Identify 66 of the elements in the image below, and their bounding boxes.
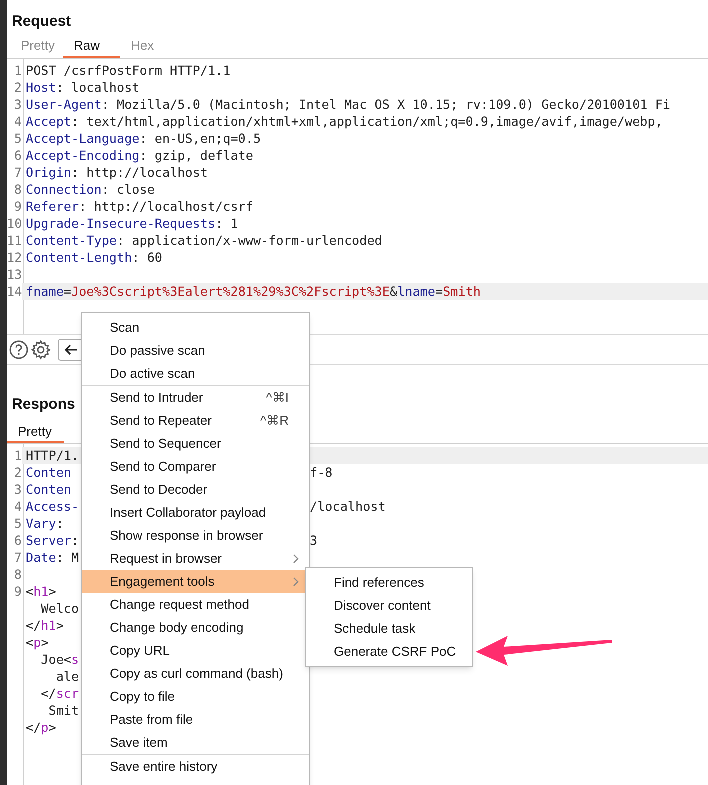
code-line: HTTP/1.: [26, 447, 80, 464]
menu-item[interactable]: Save entire history: [82, 755, 309, 778]
menu-item[interactable]: Copy as curl command (bash): [82, 662, 309, 685]
menu-item[interactable]: Copy URL: [82, 639, 309, 662]
menu-item[interactable]: Change body encoding: [82, 616, 309, 639]
menu-item[interactable]: Change request method: [82, 593, 309, 616]
code-line: Content-Type: application/x-www-form-urlencoded: [26, 232, 382, 249]
code-fragment: f-8: [310, 464, 333, 481]
code-line: Joe<s: [40, 651, 80, 668]
menu-item[interactable]: Find references: [306, 571, 472, 594]
code-fragment: 3: [310, 532, 318, 549]
back-arrow-icon: [64, 344, 78, 356]
code-line: Referer: http://localhost/csrf: [26, 198, 254, 215]
menu-item[interactable]: Do active scan: [82, 362, 309, 385]
menu-item[interactable]: Send to Repeater ^⌘R: [82, 409, 309, 432]
code-line: POST /csrfPostForm HTTP/1.1: [26, 62, 231, 79]
tab[interactable]: Pretty: [7, 423, 64, 443]
code-line: <p>: [26, 634, 49, 651]
panel-title: Request: [12, 13, 72, 30]
code-line: Origin: http://localhost: [26, 164, 208, 181]
code-line: Server:: [26, 532, 80, 549]
menu-item[interactable]: Generate CSRF PoC: [306, 640, 472, 663]
code-line: </scr: [40, 685, 80, 702]
menu-item[interactable]: Request in browser: [82, 547, 309, 570]
code-line: Content-Length: 60: [26, 249, 162, 266]
code-line: Welco: [40, 600, 80, 617]
code-line: Access-: [26, 498, 80, 515]
code-line: Accept: text/html,application/xhtml+xml,application/xml;q=0.9,image/avif,image/webp,: [26, 113, 663, 130]
code-line: Vary:: [26, 515, 65, 532]
menu-item[interactable]: Send to Comparer: [82, 455, 309, 478]
code-line: Date: M: [26, 549, 80, 566]
menu-item[interactable]: Discover content: [306, 594, 472, 617]
code-line: <h1>: [26, 583, 56, 600]
code-line: ale: [55, 668, 80, 685]
menu-item[interactable]: Send to Sequencer: [82, 432, 309, 455]
code-line: Smit: [48, 702, 80, 719]
code-line: </h1>: [26, 617, 64, 634]
line-number: 1: [7, 447, 22, 464]
help-icon[interactable]: [9, 340, 29, 360]
code-line: Host: localhost: [26, 79, 140, 96]
code-line: Connection: close: [26, 181, 155, 198]
menu-item[interactable]: Schedule task: [306, 617, 472, 640]
tab[interactable]: Hex: [120, 32, 173, 58]
menu-item[interactable]: Show response in browser: [82, 524, 309, 547]
menu-item[interactable]: Insert Collaborator payload: [82, 501, 309, 524]
menu-item[interactable]: Scan: [82, 316, 309, 339]
code-line: User-Agent: Mozilla/5.0 (Macintosh; Intel Mac OS X 10.15; rv:109.0) Gecko/20100101 Fi: [26, 96, 670, 113]
menu-item[interactable]: Paste from file: [82, 708, 309, 731]
code-line: </p>: [26, 719, 56, 736]
panel-title: Respons: [12, 396, 76, 413]
code-line: Conten: [26, 464, 72, 481]
line-number: 14: [7, 283, 22, 300]
code-line: Upgrade-Insecure-Requests: 1: [26, 215, 238, 232]
menu-item[interactable]: Do passive scan: [82, 339, 309, 362]
code-fragment: /localhost: [310, 498, 386, 515]
menu-item[interactable]: Save item: [82, 731, 309, 754]
menu-item[interactable]: Send to Intruder ^⌘I: [82, 386, 309, 409]
menu-item[interactable]: Copy to file: [82, 685, 309, 708]
menu-item[interactable]: Send to Decoder: [82, 478, 309, 501]
code-line: fname=Joe%3Cscript%3Ealert%281%29%3C%2Fscript%3E&lname=Smith: [26, 283, 481, 300]
tab[interactable]: Pretty: [10, 32, 63, 58]
code-line: Accept-Encoding: gzip, deflate: [26, 147, 254, 164]
settings-icon[interactable]: [31, 340, 51, 360]
tab[interactable]: Raw: [63, 32, 120, 58]
code-line: Accept-Language: en-US,en;q=0.5: [26, 130, 262, 147]
code-line: Conten: [26, 481, 72, 498]
